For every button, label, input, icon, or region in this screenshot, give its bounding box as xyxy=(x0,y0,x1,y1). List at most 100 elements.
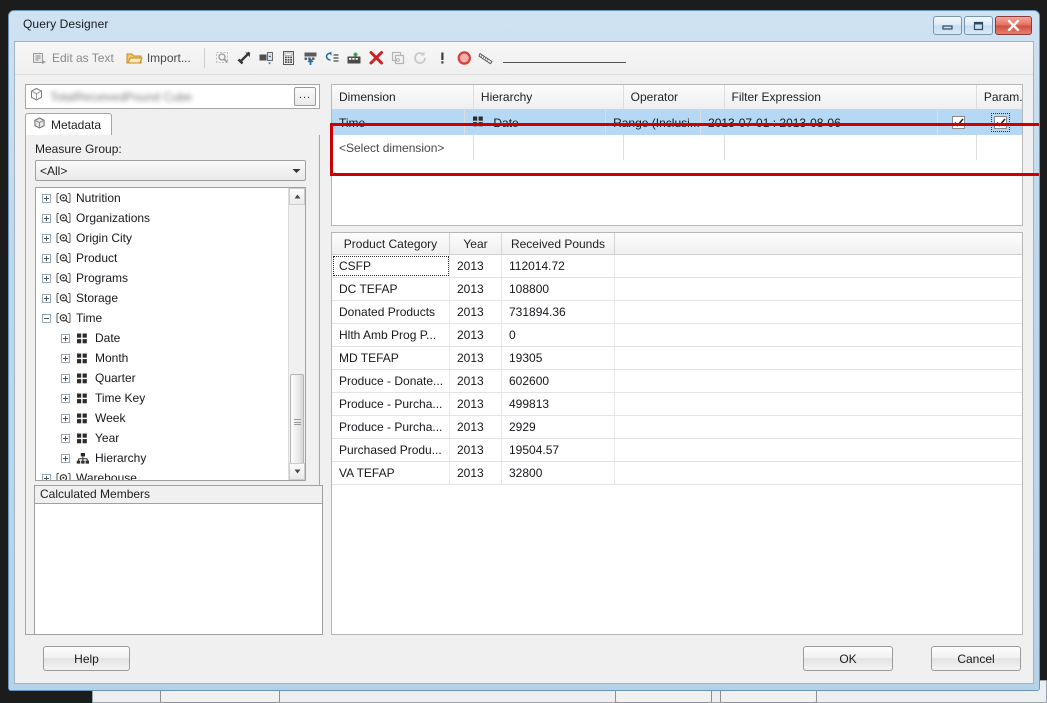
expand-toggle-icon[interactable] xyxy=(61,373,70,383)
scroll-up-button[interactable] xyxy=(289,188,305,205)
results-grid[interactable]: Product Category Year Received Pounds CSFP… xyxy=(331,232,1023,635)
expand-toggle-icon[interactable] xyxy=(42,293,51,303)
tree-node[interactable]: Hierarchy xyxy=(36,448,288,468)
results-cell[interactable]: Hlth Amb Prog P... xyxy=(332,324,450,346)
results-cell[interactable]: 2013 xyxy=(450,255,502,277)
new-row-operator-cell[interactable] xyxy=(624,135,725,160)
results-cell[interactable]: 2013 xyxy=(450,439,502,461)
delete-icon[interactable] xyxy=(366,48,388,69)
results-cell[interactable]: Produce - Purcha... xyxy=(332,393,450,415)
tree-node[interactable]: Date xyxy=(36,328,288,348)
metadata-tree-scrollbar[interactable] xyxy=(288,188,305,480)
arrow-pointer-icon[interactable] xyxy=(234,48,256,69)
filter-hierarchy-cell[interactable]: Date xyxy=(465,110,607,135)
results-cell[interactable]: 112014.72 xyxy=(502,255,615,277)
tree-node[interactable]: Programs xyxy=(36,268,288,288)
table-row[interactable]: DC TEFAP 2013 108800 xyxy=(332,278,1022,301)
auto-execute-icon[interactable] xyxy=(322,48,344,69)
new-row-hierarchy-cell[interactable] xyxy=(474,135,624,160)
expand-toggle-icon[interactable] xyxy=(61,393,70,403)
expand-toggle-icon[interactable] xyxy=(42,213,51,223)
expand-toggle-icon[interactable] xyxy=(61,433,70,443)
new-row-expression-cell[interactable] xyxy=(725,135,978,160)
table-row[interactable]: MD TEFAP 2013 19305 xyxy=(332,347,1022,370)
tree-node[interactable]: Quarter xyxy=(36,368,288,388)
tree-node[interactable]: Storage xyxy=(36,288,288,308)
results-cell[interactable]: 2013 xyxy=(450,347,502,369)
expand-toggle-icon[interactable] xyxy=(61,453,70,463)
filter-expression-cell[interactable]: 2013-07-01 : 2013-08-06 xyxy=(701,110,938,135)
metadata-tree[interactable]: Nutrition Organizations Origin City Product… xyxy=(35,187,306,481)
copy-icon[interactable] xyxy=(388,48,410,69)
tree-node[interactable]: Month xyxy=(36,348,288,368)
table-row[interactable]: CSFP 2013 112014.72 xyxy=(332,255,1022,278)
results-cell[interactable]: 19504.57 xyxy=(502,439,615,461)
table-row[interactable]: Produce - Purcha... 2013 499813 xyxy=(332,393,1022,416)
results-cell[interactable]: 2013 xyxy=(450,370,502,392)
tree-node[interactable]: Organizations xyxy=(36,208,288,228)
results-cell[interactable]: Donated Products xyxy=(332,301,450,323)
tree-node[interactable]: Time Key xyxy=(36,388,288,408)
ruler-icon[interactable] xyxy=(476,48,498,69)
expand-toggle-icon[interactable] xyxy=(61,353,70,363)
results-cell[interactable]: 499813 xyxy=(502,393,615,415)
cube-browse-button[interactable]: ... xyxy=(294,87,316,106)
tree-node[interactable]: Time xyxy=(36,308,288,328)
table-row[interactable]: Hlth Amb Prog P... 2013 0 xyxy=(332,324,1022,347)
table-row[interactable]: Purchased Produ... 2013 19504.57 xyxy=(332,439,1022,462)
edit-as-text-button[interactable]: Edit as Text xyxy=(25,48,120,69)
param2-checkbox[interactable] xyxy=(991,113,1011,132)
ok-button[interactable]: OK xyxy=(803,646,893,671)
table-row[interactable]: Produce - Purcha... 2013 2929 xyxy=(332,416,1022,439)
close-button[interactable] xyxy=(995,16,1032,35)
table-row[interactable]: Donated Products 2013 731894.36 xyxy=(332,301,1022,324)
results-cell[interactable]: Purchased Produ... xyxy=(332,439,450,461)
new-row-param-cell[interactable] xyxy=(977,135,1022,160)
expand-toggle-icon[interactable] xyxy=(61,333,70,343)
tree-node[interactable]: Origin City xyxy=(36,228,288,248)
results-cell[interactable]: 2013 xyxy=(450,301,502,323)
results-cell[interactable]: CSFP xyxy=(332,255,450,277)
results-cell[interactable]: 32800 xyxy=(502,462,615,484)
results-cell[interactable]: 2013 xyxy=(450,416,502,438)
results-cell[interactable]: 602600 xyxy=(502,370,615,392)
refresh-icon[interactable] xyxy=(410,48,432,69)
results-cell[interactable]: 2929 xyxy=(502,416,615,438)
results-cell[interactable]: 19305 xyxy=(502,347,615,369)
filter-new-row[interactable]: <Select dimension> xyxy=(332,135,1022,160)
scrollbar-thumb[interactable] xyxy=(290,374,304,470)
filter-param-cell[interactable] xyxy=(938,110,980,135)
results-column-header[interactable]: Year xyxy=(450,233,502,254)
exclamation-icon[interactable] xyxy=(432,48,454,69)
maximize-button[interactable] xyxy=(964,16,993,35)
results-cell[interactable]: 108800 xyxy=(502,278,615,300)
filter-grid[interactable]: Dimension Hierarchy Operator Filter Expr… xyxy=(331,84,1023,226)
results-cell[interactable]: 2013 xyxy=(450,324,502,346)
cube-selector[interactable]: TotalReceivedPound Cube ... xyxy=(25,84,320,109)
filter-param2-cell[interactable] xyxy=(980,110,1022,135)
results-cell[interactable]: 2013 xyxy=(450,393,502,415)
stop-icon[interactable] xyxy=(454,48,476,69)
filter-operator-cell[interactable]: Range (Inclusi... xyxy=(606,110,702,135)
expand-toggle-icon[interactable] xyxy=(42,473,51,480)
collapse-toggle-icon[interactable] xyxy=(42,313,51,323)
filter-dimension-cell[interactable]: Time xyxy=(332,110,466,135)
tab-metadata[interactable]: Metadata xyxy=(25,113,113,136)
table-row[interactable]: Produce - Donate... 2013 602600 xyxy=(332,370,1022,393)
help-button[interactable]: Help xyxy=(43,646,130,671)
results-cell[interactable]: VA TEFAP xyxy=(332,462,450,484)
results-cell[interactable]: Produce - Purcha... xyxy=(332,416,450,438)
table-row[interactable]: VA TEFAP 2013 32800 xyxy=(332,462,1022,485)
select-dimension-placeholder[interactable]: <Select dimension> xyxy=(332,135,474,160)
results-cell[interactable]: 2013 xyxy=(450,462,502,484)
param-checkbox[interactable] xyxy=(952,116,966,129)
cancel-button[interactable]: Cancel xyxy=(931,646,1021,671)
results-cell[interactable]: 731894.36 xyxy=(502,301,615,323)
expand-toggle-icon[interactable] xyxy=(42,233,51,243)
tree-node[interactable]: Warehouse xyxy=(36,468,288,480)
import-button[interactable]: Import... xyxy=(120,48,197,69)
expand-toggle-icon[interactable] xyxy=(42,253,51,263)
show-aggregations-icon[interactable] xyxy=(300,48,322,69)
expand-toggle-icon[interactable] xyxy=(42,273,51,283)
minimize-button[interactable] xyxy=(933,16,962,35)
